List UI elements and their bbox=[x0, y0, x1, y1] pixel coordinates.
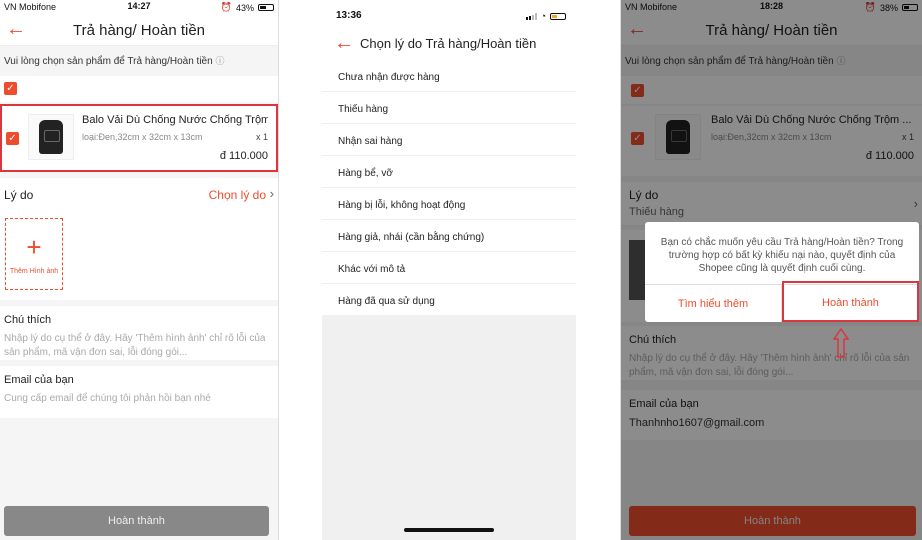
product-thumbnail bbox=[28, 114, 74, 160]
alarm-icon: ⏰ bbox=[220, 2, 232, 12]
return-confirm-screen: VN Mobifone 18:28 ⏰ 38% ← Trả hàng/ Hoàn… bbox=[620, 0, 922, 540]
signal-icon bbox=[525, 12, 537, 20]
info-icon[interactable]: ⓘ bbox=[215, 56, 224, 66]
pointer-arrow-icon bbox=[833, 328, 849, 358]
plus-icon: + bbox=[26, 232, 42, 262]
reason-option[interactable]: Hàng giả, nhái (cần bằng chứng) bbox=[322, 220, 576, 252]
status-bar: VN Mobifone 14:27 ⏰ 43% bbox=[0, 0, 278, 14]
submit-button[interactable]: Hoàn thành bbox=[4, 506, 269, 536]
page-title: Chọn lý do Trả hàng/Hoàn tiền bbox=[360, 36, 537, 51]
email-placeholder: Cung cấp email để chúng tôi phản hồi bạn… bbox=[4, 393, 211, 404]
add-image-label: Thêm Hình ảnh bbox=[9, 268, 59, 275]
select-all-checkbox[interactable]: ✓ bbox=[4, 82, 17, 95]
reason-option[interactable]: Khác với mô tả bbox=[322, 252, 576, 284]
note-label: Chú thích bbox=[4, 314, 52, 326]
chevron-right-icon: › bbox=[269, 186, 274, 201]
home-indicator[interactable] bbox=[404, 528, 494, 532]
reason-row[interactable]: Lý do Chọn lý do › bbox=[0, 178, 278, 212]
choose-reason-screen: 13:36 ◔ ← Chọn lý do Trả hàng/Hoàn tiền … bbox=[322, 0, 576, 540]
dialog-actions: Tìm hiểu thêm Hoàn thành bbox=[645, 281, 919, 322]
wifi-icon: ◔ bbox=[540, 11, 546, 21]
confirm-button[interactable]: Hoàn thành bbox=[782, 281, 919, 322]
select-all-row: ✓ bbox=[0, 76, 278, 102]
clock: 13:36 bbox=[336, 10, 362, 21]
status-bar: 13:36 ◔ bbox=[322, 0, 576, 30]
reason-option[interactable]: Hàng bể, vỡ bbox=[322, 156, 576, 188]
reason-option[interactable]: Hàng bị lỗi, không hoạt động bbox=[322, 188, 576, 220]
reason-option[interactable]: Hàng đã qua sử dụng bbox=[322, 284, 576, 316]
reason-list: Chưa nhận được hàng Thiếu hàng Nhận sai … bbox=[322, 60, 576, 316]
product-name: Balo Vải Dù Chống Nước Chống Trộm ... bbox=[82, 114, 268, 126]
battery-icon bbox=[258, 4, 274, 11]
page-title: Trả hàng/ Hoàn tiền bbox=[72, 22, 206, 39]
reason-option[interactable]: Nhận sai hàng bbox=[322, 124, 576, 156]
reason-option[interactable]: Chưa nhận được hàng bbox=[322, 60, 576, 92]
return-request-screen: VN Mobifone 14:27 ⏰ 43% ← Trả hàng/ Hoàn… bbox=[0, 0, 279, 540]
confirm-dialog: Bạn có chắc muốn yêu cầu Trả hàng/Hoàn t… bbox=[645, 222, 919, 322]
reason-label: Lý do bbox=[4, 188, 34, 202]
product-checkbox[interactable]: ✓ bbox=[6, 132, 19, 145]
reason-option[interactable]: Thiếu hàng bbox=[322, 92, 576, 124]
note-field[interactable]: Chú thích Nhập lý do cụ thể ở đây. Hãy '… bbox=[0, 306, 278, 360]
product-price: đ 110.000 bbox=[219, 150, 268, 162]
image-upload-area: + Thêm Hình ảnh bbox=[0, 210, 278, 300]
choose-reason-link[interactable]: Chọn lý do bbox=[209, 188, 266, 202]
battery-percent: 43% bbox=[235, 2, 254, 13]
note-placeholder: Nhập lý do cụ thể ở đây. Hãy 'Thêm hình … bbox=[4, 333, 266, 358]
top-header: ← Trả hàng/ Hoàn tiền bbox=[0, 14, 278, 46]
product-variant: loại:Đen,32cm x 32cm x 13cm bbox=[82, 132, 203, 142]
product-item[interactable]: ✓ Balo Vải Dù Chống Nước Chống Trộm ... … bbox=[0, 104, 278, 172]
email-field[interactable]: Email của bạn Cung cấp email để chúng tô… bbox=[0, 366, 278, 418]
back-arrow-icon[interactable]: ← bbox=[334, 33, 354, 54]
add-image-button[interactable]: + Thêm Hình ảnh bbox=[5, 218, 63, 290]
screenshot-collage: VN Mobifone 14:27 ⏰ 43% ← Trả hàng/ Hoàn… bbox=[0, 0, 922, 540]
email-label: Email của bạn bbox=[4, 374, 74, 386]
product-qty: x 1 bbox=[255, 132, 268, 142]
learn-more-button[interactable]: Tìm hiểu thêm bbox=[645, 285, 782, 322]
select-product-hint: Vui lòng chọn sản phẩm để Trả hàng/Hoàn … bbox=[4, 56, 225, 67]
dialog-message: Bạn có chắc muốn yêu cầu Trả hàng/Hoàn t… bbox=[660, 237, 904, 274]
battery-icon bbox=[550, 12, 566, 20]
top-header: ← Chọn lý do Trả hàng/Hoàn tiền bbox=[322, 30, 576, 60]
